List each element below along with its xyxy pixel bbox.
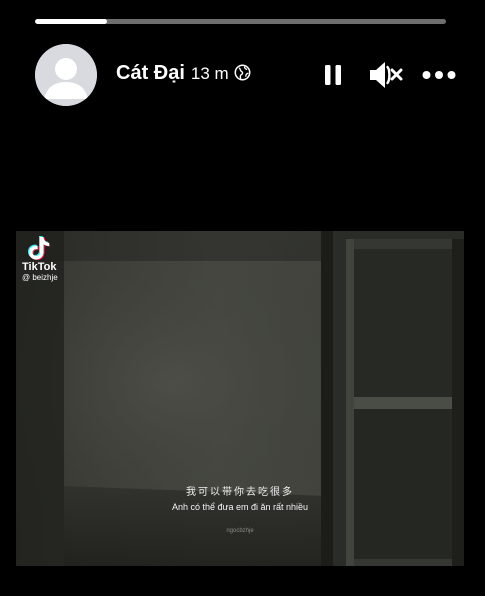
subtitle-vietnamese: Anh có thể đưa em đi ăn rất nhiều — [171, 502, 309, 512]
author-info: Cát Đại 13 m — [116, 62, 251, 85]
pause-icon — [325, 65, 341, 85]
video-frame — [16, 231, 464, 566]
story-progress-bar — [35, 19, 446, 24]
pause-button[interactable] — [320, 60, 346, 90]
timestamp[interactable]: 13 m — [191, 64, 229, 84]
default-avatar-icon — [35, 44, 97, 106]
tiktok-handle: @ beizhje — [22, 273, 58, 282]
bottom-watermark: ngocbzhje — [226, 528, 254, 534]
story-viewer: Cát Đại 13 m TikTok @ beizhje 我可以带你去吃很多 … — [0, 0, 485, 596]
muted-speaker-icon — [370, 62, 403, 88]
mute-button[interactable] — [366, 58, 406, 92]
tiktok-wordmark: TikTok — [22, 261, 57, 273]
tiktok-logo-icon — [28, 236, 50, 260]
story-video[interactable]: TikTok @ beizhje 我可以带你去吃很多 Anh có thể đư… — [16, 231, 464, 566]
subtitle-chinese: 我可以带你去吃很多 — [186, 487, 294, 498]
story-controls — [320, 58, 457, 92]
globe-icon — [234, 64, 251, 81]
more-options-button[interactable] — [421, 65, 457, 85]
story-progress-fill — [35, 19, 107, 24]
avatar[interactable] — [35, 44, 97, 106]
author-name[interactable]: Cát Đại — [116, 62, 185, 85]
more-horizontal-icon — [422, 71, 456, 79]
tiktok-watermark: TikTok @ beizhje — [22, 236, 82, 283]
